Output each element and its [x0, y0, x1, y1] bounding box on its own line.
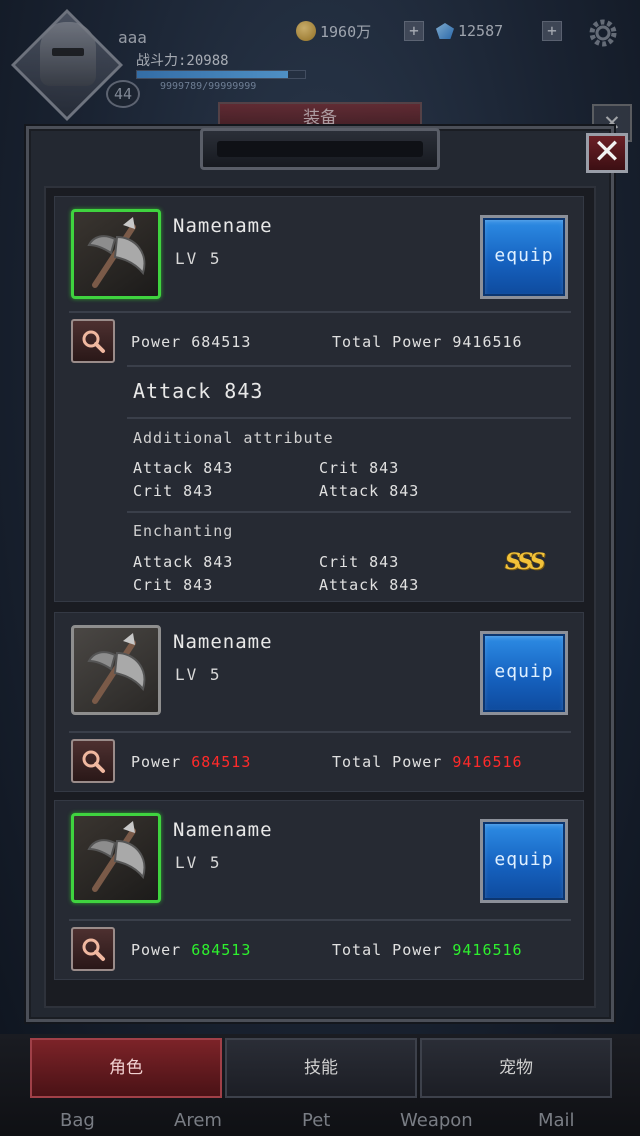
divider	[69, 919, 571, 921]
power-stat: Power 684513	[131, 333, 251, 351]
additional-attr: Crit 843	[319, 459, 400, 477]
power-value: 684513	[191, 333, 252, 351]
equip-button[interactable]: equip	[480, 631, 568, 715]
inspect-button[interactable]	[71, 319, 115, 363]
exp-fill	[137, 71, 289, 78]
equipment-card: Namename LV 5 equip Power 684513 Total P…	[54, 196, 584, 602]
nav-mail[interactable]: Mail	[538, 1110, 575, 1131]
inspect-button[interactable]	[71, 739, 115, 783]
additional-attr: Attack 843	[319, 482, 420, 500]
item-level: LV 5	[175, 249, 222, 268]
equip-button[interactable]: equip	[480, 215, 568, 299]
power-label: Power	[131, 333, 182, 351]
nav-arem[interactable]: Arem	[174, 1110, 222, 1131]
magnifier-icon	[82, 330, 105, 353]
avatar-helmet-icon[interactable]	[40, 22, 96, 86]
player-level-badge: 44	[106, 80, 140, 108]
axe-item-icon[interactable]	[71, 813, 161, 903]
nav-bag[interactable]: Bag	[60, 1110, 95, 1131]
divider	[69, 731, 571, 733]
enchanting-attr: Crit 843	[133, 576, 214, 594]
gear-icon[interactable]	[586, 16, 620, 50]
tab-character[interactable]: 角色	[30, 1038, 222, 1098]
total-power-stat: Total Power 9416516	[332, 333, 523, 351]
magnifier-icon	[82, 938, 105, 961]
tab-pets[interactable]: 宠物	[420, 1038, 612, 1098]
total-power-value: 9416516	[452, 941, 523, 959]
power-value: 684513	[191, 753, 252, 771]
item-name: Namename	[173, 631, 273, 653]
main-attack-stat: Attack 843	[133, 379, 264, 403]
item-name: Namename	[173, 215, 273, 237]
tab-skills[interactable]: 技能	[225, 1038, 417, 1098]
divider	[127, 417, 571, 419]
enchanting-attr: Attack 843	[133, 553, 234, 571]
axe-item-icon[interactable]	[71, 209, 161, 299]
sss-grade-badge: SSS	[505, 549, 546, 575]
power-stat: Power 684513	[131, 941, 251, 959]
enchanting-attr: Attack 843	[319, 576, 420, 594]
divider	[69, 311, 571, 313]
equipment-card: Namename LV 5 equip Power 684513 Total P…	[54, 612, 584, 792]
total-power-label: Total Power	[332, 333, 443, 351]
equip-button[interactable]: equip	[480, 819, 568, 903]
additional-attr: Attack 843	[133, 459, 234, 477]
exp-text: 9999789/99999999	[160, 81, 257, 92]
total-power-stat: Total Power 9416516	[332, 753, 523, 771]
gem-icon	[436, 23, 454, 39]
gem-currency: 12587 +	[436, 20, 562, 42]
player-name: aaa	[118, 28, 147, 47]
total-power-value: 9416516	[452, 333, 523, 351]
item-level: LV 5	[175, 853, 222, 872]
total-power-label: Total Power	[332, 941, 443, 959]
item-level: LV 5	[175, 665, 222, 684]
gem-value: 12587	[458, 22, 504, 40]
exp-bar	[136, 70, 306, 79]
power-label: Power	[131, 753, 182, 771]
magnifier-icon	[82, 750, 105, 773]
enchanting-label: Enchanting	[133, 522, 234, 540]
power-label: Power	[131, 941, 182, 959]
nav-weapon[interactable]: Weapon	[400, 1110, 473, 1131]
enchanting-attr: Crit 843	[319, 553, 400, 571]
item-name: Namename	[173, 819, 273, 841]
divider	[127, 511, 571, 513]
combat-power: 战斗力:20988	[136, 53, 229, 69]
total-power-label: Total Power	[332, 753, 443, 771]
gold-value: 1960万	[320, 22, 372, 41]
power-value: 684513	[191, 941, 252, 959]
additional-attr: Crit 843	[133, 482, 214, 500]
add-gold-button[interactable]: +	[404, 21, 424, 41]
nav-pet[interactable]: Pet	[302, 1110, 330, 1131]
add-gem-button[interactable]: +	[542, 21, 562, 41]
inspect-button[interactable]	[71, 927, 115, 971]
additional-attribute-label: Additional attribute	[133, 429, 334, 447]
top-hud: 44 aaa 战斗力:20988 9999789/99999999 1960万 …	[0, 0, 640, 122]
divider	[127, 365, 571, 367]
total-power-value: 9416516	[452, 753, 523, 771]
total-power-stat: Total Power 9416516	[332, 941, 523, 959]
panel-header-ornament	[200, 128, 440, 170]
axe-item-icon[interactable]	[71, 625, 161, 715]
close-button[interactable]: ✕	[586, 133, 628, 173]
gold-coin-icon	[296, 21, 316, 41]
gold-currency: 1960万 +	[296, 20, 424, 42]
power-stat: Power 684513	[131, 753, 251, 771]
equipment-card: Namename LV 5 equip Power 684513 Total P…	[54, 800, 584, 980]
